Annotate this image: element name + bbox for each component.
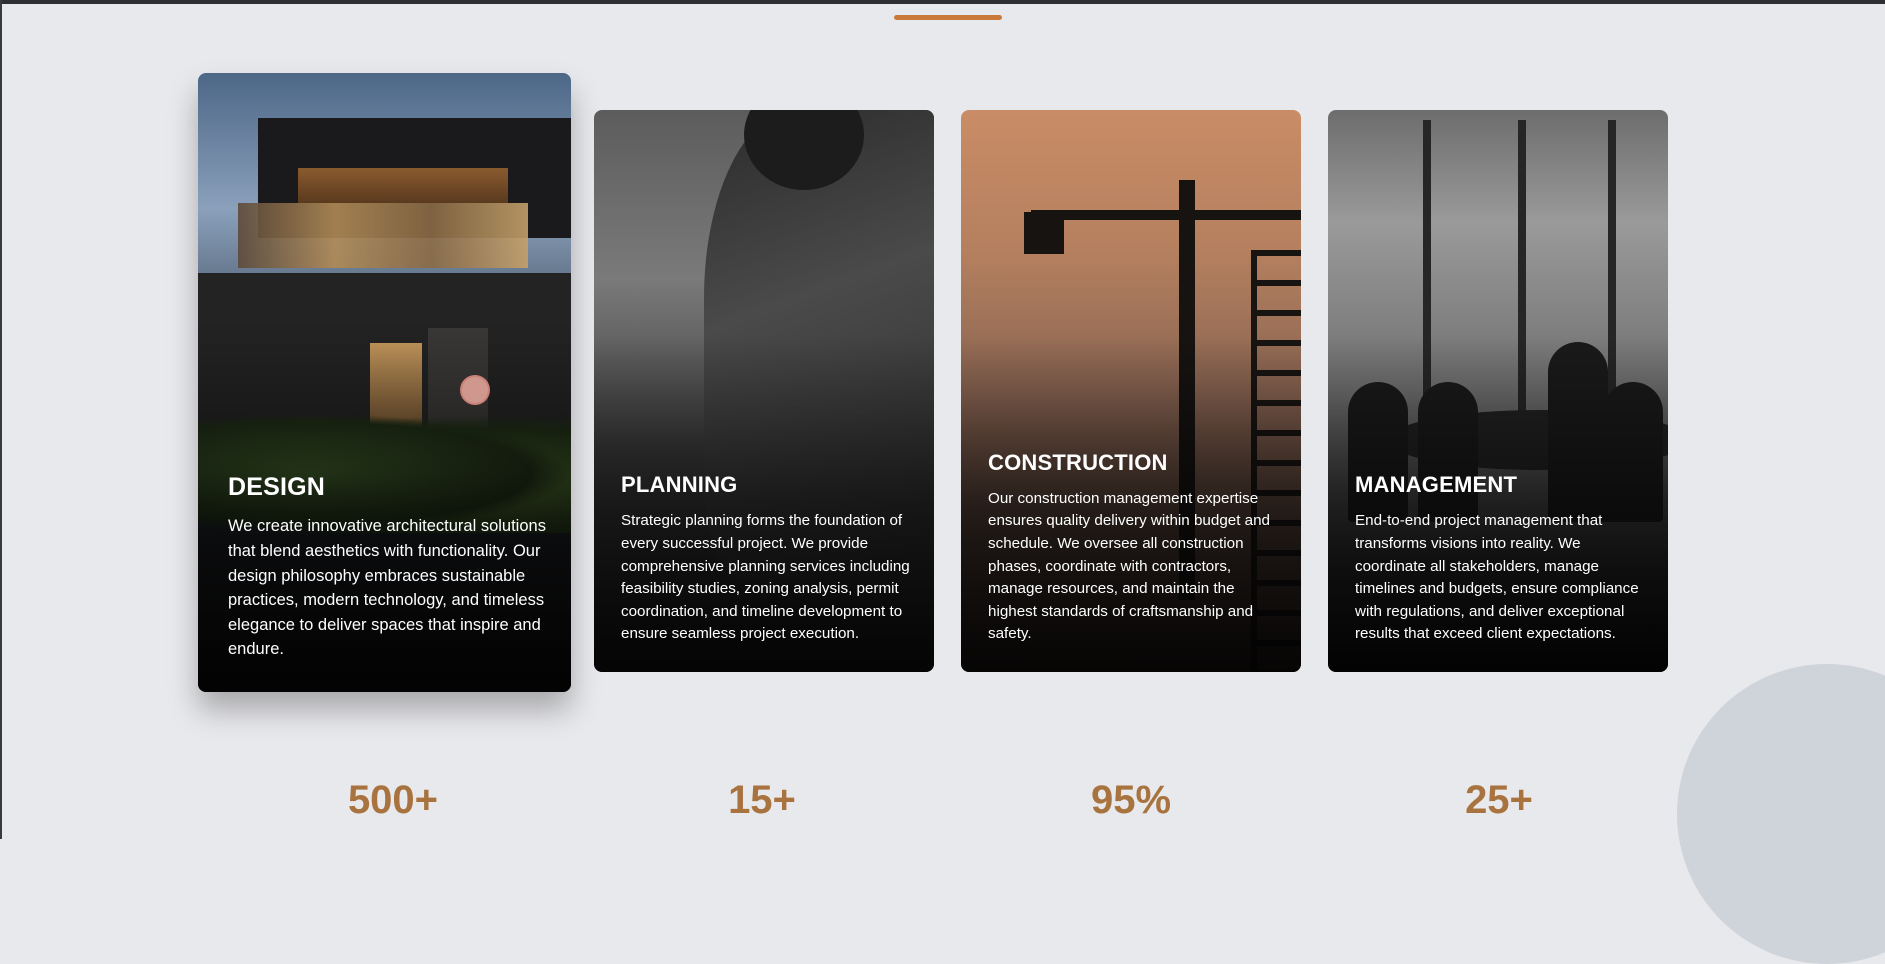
- card-content: DESIGN We create innovative architectura…: [228, 473, 549, 662]
- service-card-construction[interactable]: CONSTRUCTION Our construction management…: [961, 110, 1301, 672]
- card-description: End-to-end project management that trans…: [1355, 512, 1639, 643]
- card-title: DESIGN: [228, 473, 326, 502]
- card-content: MANAGEMENT End-to-end project management…: [1355, 472, 1646, 646]
- card-title: CONSTRUCTION: [988, 449, 1168, 475]
- stat-awards: 25+: [1465, 778, 1533, 822]
- mouse-cursor-indicator: [460, 375, 490, 405]
- stat-years: 15+: [728, 778, 796, 822]
- card-content: CONSTRUCTION Our construction management…: [988, 450, 1279, 646]
- card-description: Our construction management expertise en…: [988, 489, 1270, 643]
- service-card-management[interactable]: MANAGEMENT End-to-end project management…: [1328, 110, 1668, 672]
- section-accent-line: [894, 15, 1002, 20]
- card-title: PLANNING: [621, 472, 738, 498]
- top-bar: [0, 0, 1885, 4]
- card-description: Strategic planning forms the foundation …: [621, 512, 910, 643]
- card-description: We create innovative architectural solut…: [228, 517, 546, 659]
- service-card-design[interactable]: DESIGN We create innovative architectura…: [198, 73, 571, 692]
- window-edge: [0, 0, 2, 839]
- card-title: MANAGEMENT: [1355, 472, 1518, 498]
- card-content: PLANNING Strategic planning forms the fo…: [621, 472, 912, 646]
- service-card-planning[interactable]: PLANNING Strategic planning forms the fo…: [594, 110, 934, 672]
- decorative-circle: [1677, 664, 1885, 964]
- stat-projects: 500+: [347, 778, 439, 822]
- stat-satisfaction: 95%: [1090, 778, 1172, 822]
